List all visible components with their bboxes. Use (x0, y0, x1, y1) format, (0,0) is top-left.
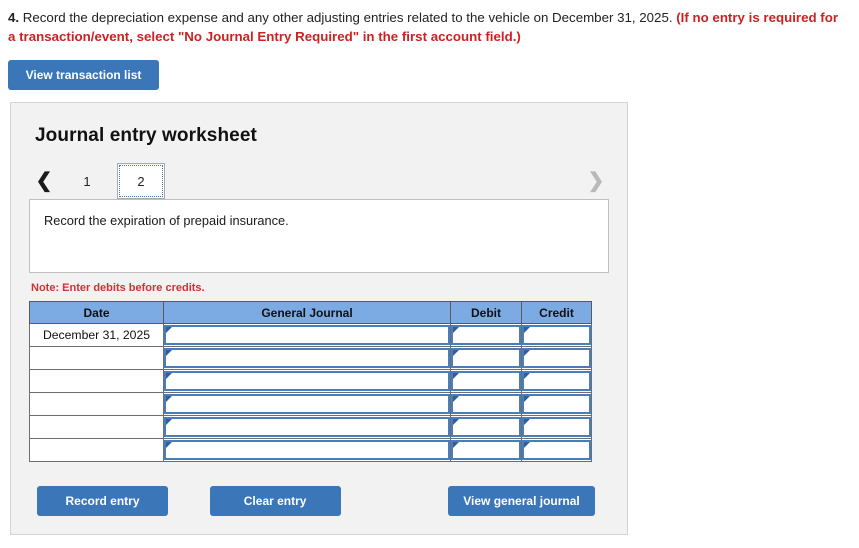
account-select-field[interactable] (164, 417, 450, 437)
view-general-journal-button[interactable]: View general journal (448, 486, 595, 516)
question-prompt: 4. Record the depreciation expense and a… (0, 0, 859, 46)
clear-entry-button[interactable]: Clear entry (209, 486, 341, 516)
account-select-field[interactable] (164, 325, 450, 345)
general-journal-input-cell[interactable] (163, 438, 451, 462)
credit-field[interactable] (522, 394, 591, 414)
account-select-field[interactable] (164, 371, 450, 391)
journal-entry-worksheet-card: Journal entry worksheet ❮ 1 2 ❯ Record t… (10, 102, 628, 535)
credit-field[interactable] (522, 348, 591, 368)
question-number: 4. (8, 10, 20, 25)
general-journal-input-cell[interactable] (163, 323, 451, 347)
table-row (29, 369, 592, 393)
date-cell (29, 369, 164, 393)
credit-input-cell[interactable] (521, 369, 592, 393)
debit-field[interactable] (451, 325, 521, 345)
debit-field[interactable] (451, 394, 521, 414)
worksheet-action-bar: Record entry Clear entry View general jo… (29, 486, 609, 516)
credit-input-cell[interactable] (521, 346, 592, 370)
debits-before-credits-note: Note: Enter debits before credits. (31, 282, 205, 294)
debit-input-cell[interactable] (450, 438, 522, 462)
worksheet-tab-1[interactable]: 1 (63, 163, 111, 199)
worksheet-tab-strip: ❮ 1 2 ❯ (29, 161, 609, 199)
date-cell (29, 392, 164, 416)
chevron-left-icon[interactable]: ❮ (31, 171, 57, 199)
table-row (29, 392, 592, 416)
column-header-debit: Debit (450, 301, 522, 324)
column-header-date: Date (29, 301, 164, 324)
view-transaction-list-button[interactable]: View transaction list (8, 60, 159, 90)
column-header-credit: Credit (521, 301, 592, 324)
credit-field[interactable] (522, 371, 591, 391)
table-row: December 31, 2025 (29, 323, 592, 347)
table-header-row: Date General Journal Debit Credit (29, 301, 592, 324)
debit-field[interactable] (451, 348, 521, 368)
debit-input-cell[interactable] (450, 346, 522, 370)
debit-input-cell[interactable] (450, 392, 522, 416)
account-select-field[interactable] (164, 348, 450, 368)
worksheet-tab-2[interactable]: 2 (117, 163, 165, 199)
credit-input-cell[interactable] (521, 415, 592, 439)
journal-entry-table: Date General Journal Debit Credit Decemb… (29, 301, 592, 462)
debit-input-cell[interactable] (450, 415, 522, 439)
debit-field[interactable] (451, 440, 521, 460)
question-text: Record the depreciation expense and any … (19, 10, 677, 25)
account-select-field[interactable] (164, 440, 450, 460)
worksheet-title: Journal entry worksheet (35, 125, 257, 146)
debit-input-cell[interactable] (450, 369, 522, 393)
table-row (29, 415, 592, 439)
credit-field[interactable] (522, 417, 591, 437)
chevron-right-icon[interactable]: ❯ (583, 171, 609, 199)
debit-input-cell[interactable] (450, 323, 522, 347)
general-journal-input-cell[interactable] (163, 346, 451, 370)
entry-prompt-text: Record the expiration of prepaid insuran… (44, 213, 289, 228)
date-cell (29, 415, 164, 439)
credit-field[interactable] (522, 440, 591, 460)
debit-field[interactable] (451, 417, 521, 437)
general-journal-input-cell[interactable] (163, 415, 451, 439)
date-cell (29, 438, 164, 462)
table-row (29, 438, 592, 462)
credit-input-cell[interactable] (521, 323, 592, 347)
table-row (29, 346, 592, 370)
column-header-general-journal: General Journal (163, 301, 451, 324)
general-journal-input-cell[interactable] (163, 369, 451, 393)
credit-field[interactable] (522, 325, 591, 345)
entry-prompt-box: Record the expiration of prepaid insuran… (29, 199, 609, 273)
date-cell: December 31, 2025 (29, 323, 164, 347)
credit-input-cell[interactable] (521, 438, 592, 462)
date-cell (29, 346, 164, 370)
credit-input-cell[interactable] (521, 392, 592, 416)
record-entry-button[interactable]: Record entry (37, 486, 168, 516)
debit-field[interactable] (451, 371, 521, 391)
account-select-field[interactable] (164, 394, 450, 414)
journal-table-body: December 31, 2025 (29, 323, 592, 462)
general-journal-input-cell[interactable] (163, 392, 451, 416)
